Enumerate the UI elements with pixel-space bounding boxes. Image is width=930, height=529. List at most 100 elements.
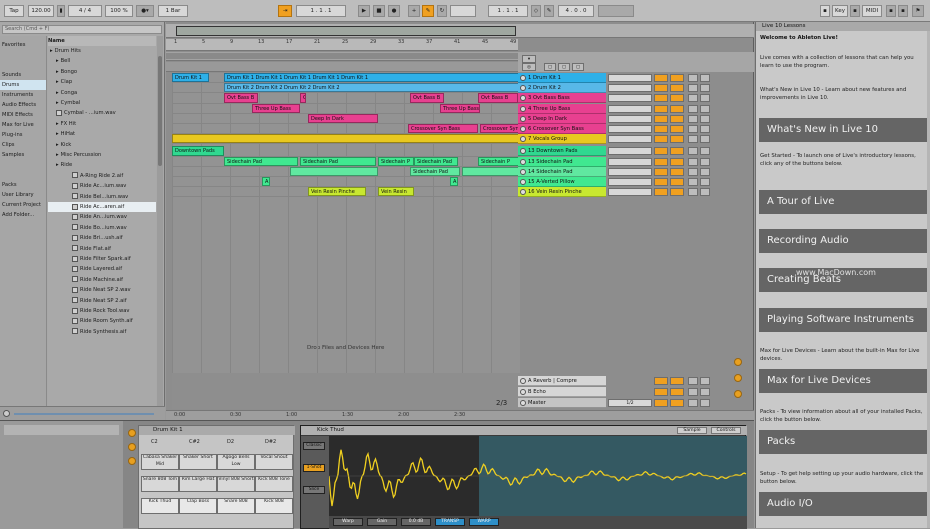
browser-item[interactable]: Ride Bri...ush.aif <box>48 233 156 243</box>
return-track-header[interactable]: B Echo <box>518 387 754 397</box>
punch-in-icon[interactable]: ◇ <box>531 5 541 17</box>
track-activator-icon[interactable] <box>520 126 526 132</box>
clip[interactable]: O <box>300 93 306 103</box>
return-level[interactable] <box>654 399 668 407</box>
overdub-icon[interactable]: + <box>408 5 420 17</box>
sends-icon[interactable]: ▢ <box>558 63 570 71</box>
loop-brace-bar[interactable] <box>166 52 518 61</box>
track-input-field[interactable] <box>608 125 652 133</box>
clip[interactable]: Deep In Dark <box>308 113 378 123</box>
drum-pad[interactable]: Shaker Short <box>179 454 217 470</box>
browser-category[interactable]: Drums <box>0 80 46 90</box>
browser-item[interactable]: Ride Neat SP 2.aif <box>48 296 156 306</box>
return-solo[interactable] <box>688 399 698 407</box>
drum-pad[interactable]: Agogo Bells Low <box>217 454 255 470</box>
drum-pad[interactable]: Cabasa Shaker Mid <box>141 454 179 470</box>
solo-button[interactable] <box>670 125 684 133</box>
clip[interactable]: Sidechain Pad <box>410 166 460 176</box>
return-track-name[interactable]: B Echo <box>518 387 606 397</box>
browser-item[interactable]: ▸ Kick <box>48 140 156 150</box>
master-select[interactable]: 1/2 <box>608 399 652 407</box>
browser-item[interactable]: Ride Neat SP 2.wav <box>48 285 156 295</box>
solo-button[interactable] <box>670 178 684 186</box>
overview-strip[interactable] <box>598 5 634 17</box>
lesson-tour-button[interactable]: A Tour of Live <box>759 190 927 214</box>
browser-item[interactable]: Ride Room Synth.aif <box>48 316 156 326</box>
fold-icon[interactable]: ▾ <box>522 55 536 63</box>
flag-icon[interactable]: ⚑ <box>912 5 924 17</box>
track-header[interactable]: 5 Deep In Dark <box>518 113 754 124</box>
browser-category[interactable]: Clips <box>0 140 46 150</box>
return-mute[interactable] <box>700 377 710 385</box>
chevron-right-icon[interactable]: ▸ <box>56 162 59 168</box>
arm-button[interactable] <box>688 188 698 197</box>
monitor-button[interactable] <box>700 104 710 113</box>
return-level[interactable] <box>654 388 668 396</box>
record-icon[interactable]: ● <box>388 5 400 17</box>
mixer-icon[interactable]: ▢ <box>572 63 584 71</box>
m4l-button[interactable]: Max for Live Devices <box>759 369 927 393</box>
solo-button[interactable] <box>670 74 684 82</box>
arm-button[interactable] <box>688 84 698 93</box>
chevron-right-icon[interactable]: ▸ <box>56 69 59 75</box>
chevron-right-icon[interactable]: ▸ <box>56 121 59 127</box>
arm-button[interactable] <box>688 114 698 123</box>
chevron-right-icon[interactable]: ▸ <box>56 79 59 85</box>
return-track-name[interactable]: A Reverb | Compre <box>518 376 606 386</box>
browser-item[interactable]: ▸ Misc Percussion <box>48 150 156 160</box>
simpler-mode-button[interactable]: 1-Shot <box>303 464 325 472</box>
return-mute[interactable] <box>700 399 710 407</box>
track-number-button[interactable] <box>654 157 668 166</box>
browser-category[interactable]: Sounds <box>0 70 46 80</box>
return-pan[interactable] <box>670 377 684 385</box>
return-level[interactable] <box>654 377 668 385</box>
track-lane[interactable]: AA <box>172 177 520 188</box>
track-name[interactable]: 3 Ovt Bass Bass <box>518 93 606 104</box>
arm-button[interactable] <box>688 157 698 166</box>
track-name[interactable]: 2 Drum Kit 2 <box>518 83 606 94</box>
chevron-right-icon[interactable]: ▸ <box>56 58 59 64</box>
simpler-control[interactable]: Warp <box>333 518 363 526</box>
track-input-field[interactable] <box>608 74 652 82</box>
clip[interactable]: Sidechain P <box>478 156 520 166</box>
track-activator-icon[interactable] <box>520 148 526 155</box>
track-activator-icon[interactable] <box>520 168 526 175</box>
simpler-mode-button[interactable]: Slice <box>303 486 325 494</box>
track-input-field[interactable] <box>608 104 652 113</box>
audio-io-button[interactable]: Audio I/O <box>759 492 927 516</box>
arm-button[interactable] <box>688 147 698 156</box>
browser-item[interactable]: Ride Layered.aif <box>48 264 156 274</box>
track-name[interactable]: 13 Sidechain Pad <box>518 156 606 167</box>
clip[interactable]: Three Up Bass <box>440 103 480 113</box>
chevron-right-icon[interactable]: ▸ <box>56 131 59 137</box>
chevron-right-icon[interactable]: ▸ <box>56 152 59 158</box>
track-header[interactable]: 16 Vein Resin Pinche <box>518 187 754 198</box>
io-icon[interactable]: ▢ <box>544 63 556 71</box>
track-number-button[interactable] <box>654 188 668 197</box>
arm-button[interactable] <box>688 74 698 82</box>
return-track-header[interactable]: Master 1/2 <box>518 398 754 408</box>
track-header[interactable]: 13 Sidechain Pad <box>518 156 754 167</box>
browser-category[interactable]: Instruments <box>0 90 46 100</box>
monitor-button[interactable] <box>700 94 710 103</box>
track-number-button[interactable] <box>654 125 668 133</box>
tempo-nudge-icon[interactable]: ▮ <box>57 5 65 17</box>
arm-button[interactable] <box>688 167 698 176</box>
track-number-button[interactable] <box>654 74 668 82</box>
chevron-right-icon[interactable]: ▸ <box>50 48 53 54</box>
browser-category[interactable]: Audio Effects <box>0 100 46 110</box>
lesson-instruments-button[interactable]: Playing Software Instruments <box>759 308 927 332</box>
track-activator-icon[interactable] <box>520 115 526 122</box>
track-lane[interactable]: Drum Kit 2 Drum Kit 2 Drum Kit 2 Drum Ki… <box>172 83 520 94</box>
browser-item[interactable]: Ride Bel...ium.wav <box>48 192 156 202</box>
clip[interactable]: Sidechain Pad <box>414 156 458 166</box>
return-solo[interactable] <box>688 377 698 385</box>
loop-icon[interactable]: ↻ <box>437 5 447 17</box>
simpler-control[interactable]: Gain <box>367 518 397 526</box>
solo-button[interactable] <box>670 147 684 156</box>
help-toggle-icon[interactable] <box>734 358 742 366</box>
clip[interactable]: Sidechain P <box>378 156 414 166</box>
return-activator-icon[interactable] <box>520 378 526 384</box>
monitor-button[interactable] <box>700 188 710 197</box>
monitor-button[interactable] <box>700 157 710 166</box>
